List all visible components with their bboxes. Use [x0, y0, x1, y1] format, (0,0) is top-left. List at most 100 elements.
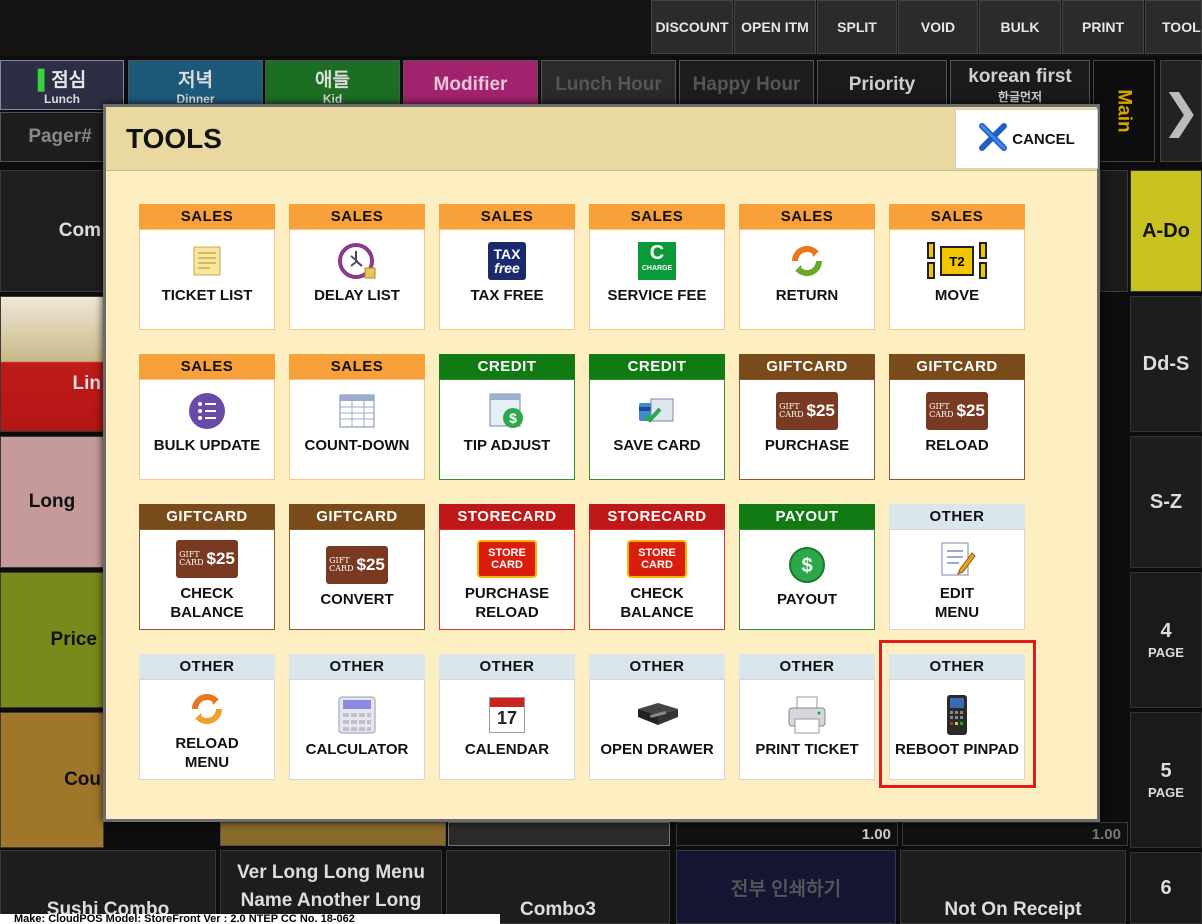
print-all-button[interactable]: 전부 인쇄하기 [676, 850, 896, 924]
main-label: Main [1114, 89, 1135, 133]
tool-category: PAYOUT [739, 504, 875, 529]
tool-storecard-check-balance[interactable]: STORECARD STORE CARD CHECK BALANCE [589, 504, 725, 630]
price-label: 1.00 [676, 822, 898, 846]
menu-tile[interactable]: Cou [0, 712, 104, 848]
gift-card-icon: GIFT CARD $25 [776, 386, 838, 436]
category-lunch-hour[interactable]: Lunch Hour [541, 60, 676, 110]
alpha-group-s-z[interactable]: S-Z [1130, 436, 1202, 568]
category-happy-hour-label: Happy Hour [692, 74, 801, 95]
split-button[interactable]: SPLIT [817, 0, 897, 54]
menu-tile-not-on-receipt[interactable]: Not On Receipt [900, 850, 1126, 924]
tool-save-card[interactable]: CREDIT SAVE CARD [589, 354, 725, 480]
tool-label: CHECK BALANCE [170, 585, 244, 621]
page-6-button[interactable]: 6 [1130, 852, 1202, 924]
alpha-group-a-d[interactable]: A-Do [1130, 170, 1202, 292]
chevron-right-icon[interactable]: ❯ [1160, 60, 1202, 162]
open-item-button[interactable]: OPEN ITM [734, 0, 816, 54]
tool-category: OTHER [889, 504, 1025, 529]
tool-category: OTHER [589, 654, 725, 679]
menu-tile-combo3[interactable]: Combo3 [446, 850, 670, 924]
dialog-title: TOOLS [126, 123, 222, 154]
tool-move[interactable]: SALES T2 MOVE [889, 204, 1025, 330]
svg-text:$: $ [801, 555, 812, 577]
tool-calendar[interactable]: OTHER 17 CALENDAR [439, 654, 575, 780]
tool-category: GIFTCARD [739, 354, 875, 379]
tool-delay-list[interactable]: SALES DELAY LIST [289, 204, 425, 330]
tool-service-fee[interactable]: SALES C CHARGE SERVICE FEE [589, 204, 725, 330]
category-kid[interactable]: 애들 Kid [265, 60, 400, 110]
tool-bulk-update[interactable]: SALES BULK UPDATE [139, 354, 275, 480]
tool-tip-adjust[interactable]: CREDIT $ TIP ADJUST [439, 354, 575, 480]
tool-return[interactable]: SALES RETURN [739, 204, 875, 330]
category-lunch-hour-label: Lunch Hour [555, 74, 662, 95]
save-card-icon [637, 386, 677, 436]
category-korean-first-label: korean first [968, 65, 1072, 87]
tool-giftcard-reload[interactable]: GIFTCARD GIFT CARD $25 RELOAD [889, 354, 1025, 480]
tool-category: GIFTCARD [889, 354, 1025, 379]
menu-tile[interactable]: Com [0, 170, 104, 292]
tool-label: CALENDAR [464, 741, 550, 758]
tool-giftcard-check-balance[interactable]: GIFTCARD GIFT CARD $25 CHECK BALANCE [139, 504, 275, 630]
menu-tile-label: Ver Long Long Menu Name Another Long [237, 862, 425, 911]
gift-card-icon: GIFT CARD $25 [326, 540, 388, 590]
tool-storecard-purchase-reload[interactable]: STORECARD STORE CARD PURCHASE RELOAD [439, 504, 575, 630]
cash-drawer-icon [634, 690, 680, 740]
tool-count-down[interactable]: SALES COUNT-DOWN [289, 354, 425, 480]
tool-tax-free[interactable]: SALES TAX free TAX FREE [439, 204, 575, 330]
category-korean-first[interactable]: korean first 한글먼저 [950, 60, 1090, 110]
tool-category: SALES [439, 204, 575, 229]
gift-amount: $25 [806, 401, 835, 420]
menu-tile[interactable]: Long [0, 436, 104, 568]
charge-text: CHARGE [641, 265, 673, 272]
tool-label: MOVE [934, 287, 980, 304]
page-4-button[interactable]: 4 PAGE [1130, 572, 1202, 708]
pager-button[interactable]: Pager# [0, 112, 120, 162]
bulk-button[interactable]: BULK [979, 0, 1061, 54]
tool-calculator[interactable]: OTHER CALCULATOR [289, 654, 425, 780]
page-label: PAGE [1148, 785, 1184, 800]
category-modifier[interactable]: Modifier [403, 60, 538, 110]
tool-ticket-list[interactable]: SALES TICKET LIST [139, 204, 275, 330]
tool-print-ticket[interactable]: OTHER PRINT TICKET [739, 654, 875, 780]
discount-button[interactable]: DISCOUNT [651, 0, 733, 54]
menu-tile-label: Lin [72, 373, 102, 394]
page-5-button[interactable]: 5 PAGE [1130, 712, 1202, 848]
service-charge-icon: C CHARGE [638, 236, 676, 286]
calendar-day: 17 [496, 708, 518, 728]
category-priority[interactable]: Priority [817, 60, 947, 110]
tool-category: GIFTCARD [289, 504, 425, 529]
alpha-group-d-s[interactable]: Dd-S [1130, 296, 1202, 432]
dialog-header: TOOLS CANCEL [106, 107, 1098, 171]
menu-tile[interactable]: Price [0, 572, 104, 708]
tool-payout[interactable]: PAYOUT $ PAYOUT [739, 504, 875, 630]
gift-text: CARD [929, 410, 954, 419]
print-button[interactable]: PRINT [1062, 0, 1144, 54]
page-number: 5 [1160, 760, 1172, 782]
menu-tile[interactable]: Lin [0, 296, 104, 432]
tool-label: PURCHASE [764, 437, 850, 454]
tax-free-icon: TAX free [488, 236, 526, 286]
tool-label: TIP ADJUST [463, 437, 551, 454]
tool-button[interactable]: TOOL [1145, 0, 1202, 54]
void-button[interactable]: VOID [898, 0, 978, 54]
tool-category: SALES [289, 354, 425, 379]
tool-giftcard-purchase[interactable]: GIFTCARD GIFT CARD $25 PURCHASE [739, 354, 875, 480]
tool-giftcard-convert[interactable]: GIFTCARD GIFT CARD $25 CONVERT [289, 504, 425, 630]
tool-label: CALCULATOR [305, 741, 409, 758]
page-number: 4 [1160, 620, 1172, 642]
category-happy-hour[interactable]: Happy Hour [679, 60, 814, 110]
tool-category: OTHER [739, 654, 875, 679]
tool-open-drawer[interactable]: OTHER OPEN DRAWER [589, 654, 725, 780]
category-lunch[interactable]: ▌점심 Lunch [0, 60, 124, 110]
cancel-button[interactable]: CANCEL [955, 109, 1098, 169]
menu-tile-sushi-combo[interactable]: Sushi Combo [0, 850, 216, 924]
return-arrows-icon [787, 236, 827, 286]
main-button[interactable]: Main [1093, 60, 1155, 162]
charge-letter: C [649, 242, 665, 264]
tool-edit-menu[interactable]: OTHER EDIT MENU [889, 504, 1025, 630]
tool-reload-menu[interactable]: OTHER RELOAD MENU [139, 654, 275, 780]
menu-tile-long-name[interactable]: Ver Long Long Menu Name Another Long [220, 850, 442, 924]
tool-category: SALES [139, 354, 275, 379]
category-dinner[interactable]: 저녁 Dinner [128, 60, 263, 110]
tool-category: SALES [289, 204, 425, 229]
